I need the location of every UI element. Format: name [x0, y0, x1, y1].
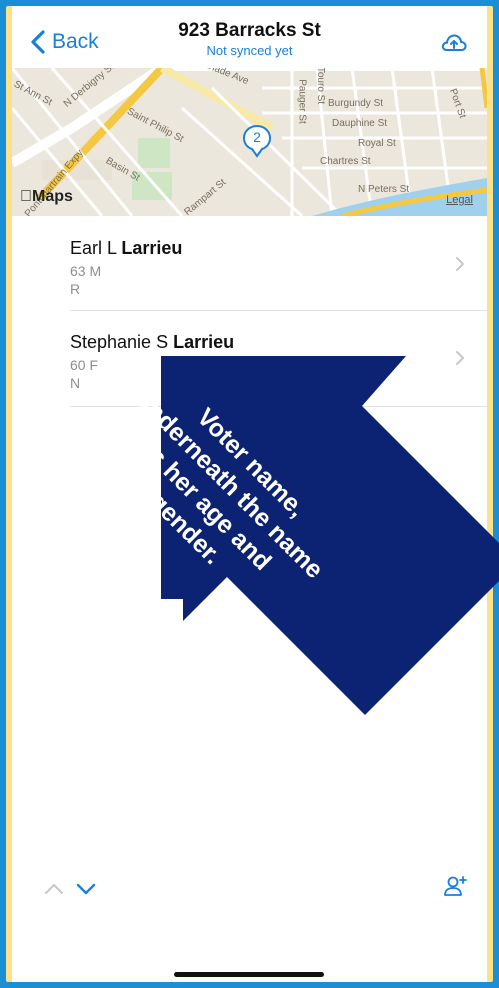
voter-details: 60 F N	[70, 356, 98, 392]
voter-party: N	[70, 375, 81, 391]
voter-name: Stephanie S Larrieu	[70, 332, 235, 352]
add-person-icon[interactable]	[443, 874, 467, 898]
voter-age-gender: 60 F	[70, 357, 99, 373]
chevron-right-icon	[456, 257, 464, 271]
voter-row[interactable]: Earl L Larrieu 63 M R	[70, 218, 487, 313]
map-street-label: N Peters St	[358, 184, 410, 195]
navigation-bar: Back 923 Barracks St Not synced yet	[12, 6, 487, 68]
row-divider	[70, 310, 487, 311]
voter-details: 63 M R	[70, 262, 101, 298]
map-street-label: Pauger St	[296, 79, 308, 124]
row-divider	[70, 406, 487, 407]
home-indicator[interactable]	[174, 972, 324, 977]
chevron-down-icon[interactable]	[76, 883, 96, 895]
page-title: 923 Barracks St	[178, 20, 321, 41]
map-street-label: Chartres St	[320, 156, 371, 167]
record-navigation	[44, 883, 96, 895]
map-street-label: Touro St	[315, 68, 327, 105]
voter-party: R	[70, 281, 81, 297]
cluster-count: 2	[253, 129, 261, 145]
legal-link[interactable]: Legal	[446, 194, 473, 206]
cloud-upload-icon[interactable]	[441, 32, 467, 54]
chevron-right-icon	[456, 351, 464, 365]
voter-name: Earl L Larrieu	[70, 238, 183, 258]
map-cluster-pin[interactable]: 2	[242, 124, 272, 158]
map-street-label: Royal St	[358, 138, 396, 149]
map-street-label: Burgundy St	[328, 98, 384, 109]
chevron-up-icon[interactable]	[44, 883, 64, 895]
map-street-label: Dauphine St	[332, 118, 388, 129]
voter-row[interactable]: Stephanie S Larrieu 60 F N	[70, 312, 487, 407]
voter-age-gender: 63 M	[70, 263, 102, 279]
maps-logo: Maps	[20, 188, 73, 205]
phone-screen: Back 923 Barracks St Not synced yet Tour…	[12, 6, 487, 982]
screenshot-frame: Back 923 Barracks St Not synced yet Tour…	[6, 6, 493, 982]
sync-status: Not synced yet	[206, 43, 293, 58]
